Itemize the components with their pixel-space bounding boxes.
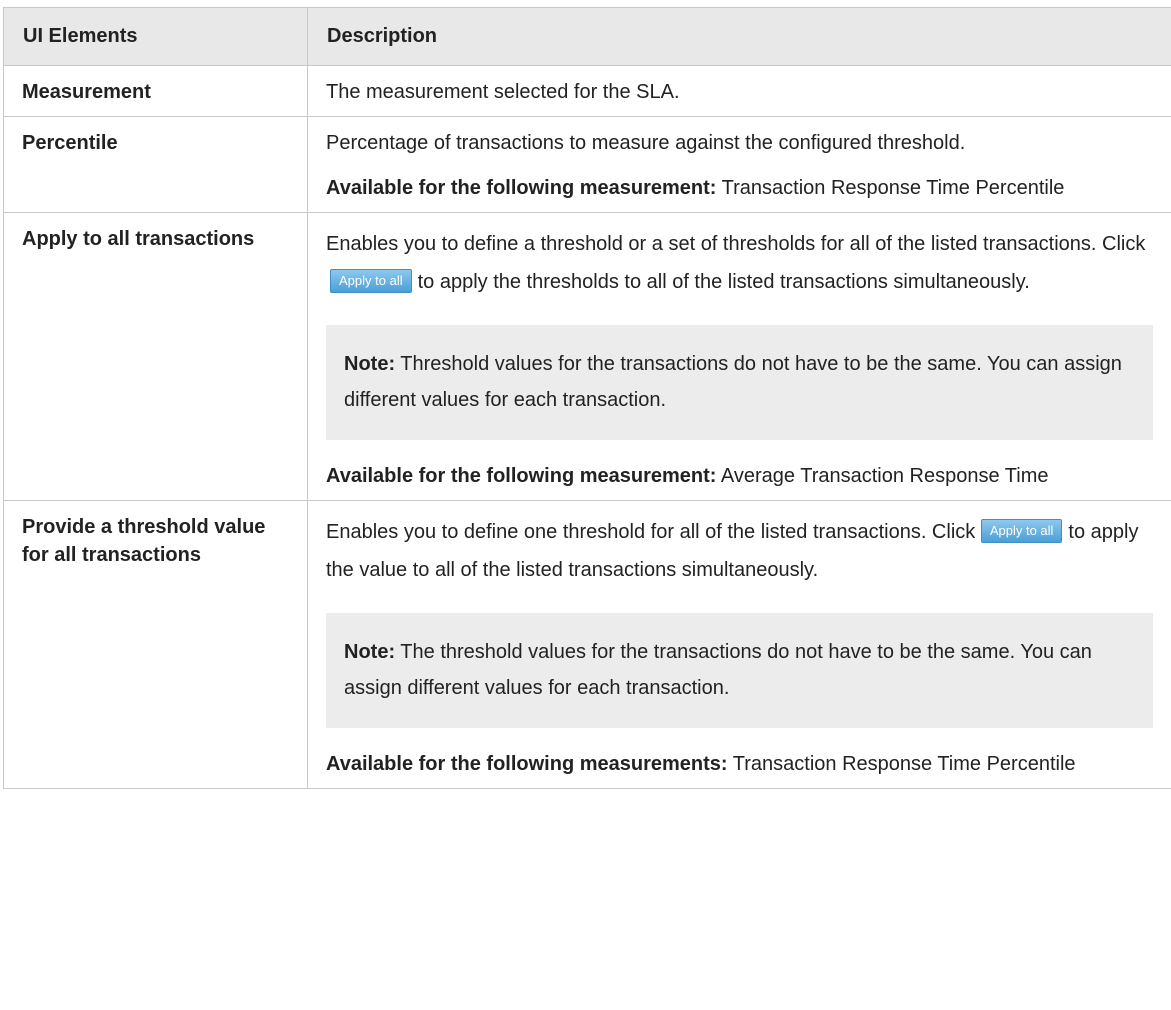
availability-value: Average Transaction Response Time	[716, 465, 1048, 487]
description-cell: Percentage of transactions to measure ag…	[308, 117, 1171, 213]
availability-text: Available for the following measurement:…	[326, 174, 1153, 202]
availability-label: Available for the following measurements…	[326, 753, 728, 775]
note-label: Note:	[344, 641, 395, 663]
description-cell: Enables you to define one threshold for …	[308, 501, 1171, 789]
description-cell: The measurement selected for the SLA.	[308, 66, 1171, 117]
description-text: The measurement selected for the SLA.	[326, 78, 1153, 106]
table-row: Measurement The measurement selected for…	[4, 66, 1171, 117]
note-box: Note: The threshold values for the trans…	[326, 613, 1153, 728]
table-row: Apply to all transactions Enables you to…	[4, 213, 1171, 501]
element-name-apply-to-all: Apply to all transactions	[4, 213, 308, 501]
description-text: Enables you to define one threshold for …	[326, 513, 1153, 589]
availability-label: Available for the following measurement:	[326, 177, 716, 199]
description-text-after: to apply the thresholds to all of the li…	[418, 271, 1030, 293]
description-text-before: Enables you to define a threshold or a s…	[326, 233, 1145, 255]
availability-value: Transaction Response Time Percentile	[728, 753, 1076, 775]
apply-to-all-button[interactable]: Apply to all	[981, 519, 1063, 543]
element-name-provide-threshold: Provide a threshold value for all transa…	[4, 501, 308, 789]
availability-text: Available for the following measurements…	[326, 750, 1153, 778]
column-header-description: Description	[308, 8, 1171, 66]
element-name-measurement: Measurement	[4, 66, 308, 117]
availability-label: Available for the following measurement:	[326, 465, 716, 487]
table-header-row: UI Elements Description	[4, 8, 1171, 66]
note-text: Threshold values for the transactions do…	[344, 353, 1122, 411]
element-name-percentile: Percentile	[4, 117, 308, 213]
table-row: Percentile Percentage of transactions to…	[4, 117, 1171, 213]
note-box: Note: Threshold values for the transacti…	[326, 325, 1153, 440]
availability-text: Available for the following measurement:…	[326, 462, 1153, 490]
description-text-before: Enables you to define one threshold for …	[326, 521, 975, 543]
ui-elements-table: UI Elements Description Measurement The …	[3, 7, 1171, 789]
column-header-ui-elements: UI Elements	[4, 8, 308, 66]
table-row: Provide a threshold value for all transa…	[4, 501, 1171, 789]
availability-value: Transaction Response Time Percentile	[716, 177, 1064, 199]
description-cell: Enables you to define a threshold or a s…	[308, 213, 1171, 501]
description-text: Percentage of transactions to measure ag…	[326, 129, 1153, 157]
apply-to-all-button[interactable]: Apply to all	[330, 269, 412, 293]
note-label: Note:	[344, 353, 395, 375]
note-text: The threshold values for the transaction…	[344, 641, 1092, 699]
description-text: Enables you to define a threshold or a s…	[326, 225, 1153, 301]
